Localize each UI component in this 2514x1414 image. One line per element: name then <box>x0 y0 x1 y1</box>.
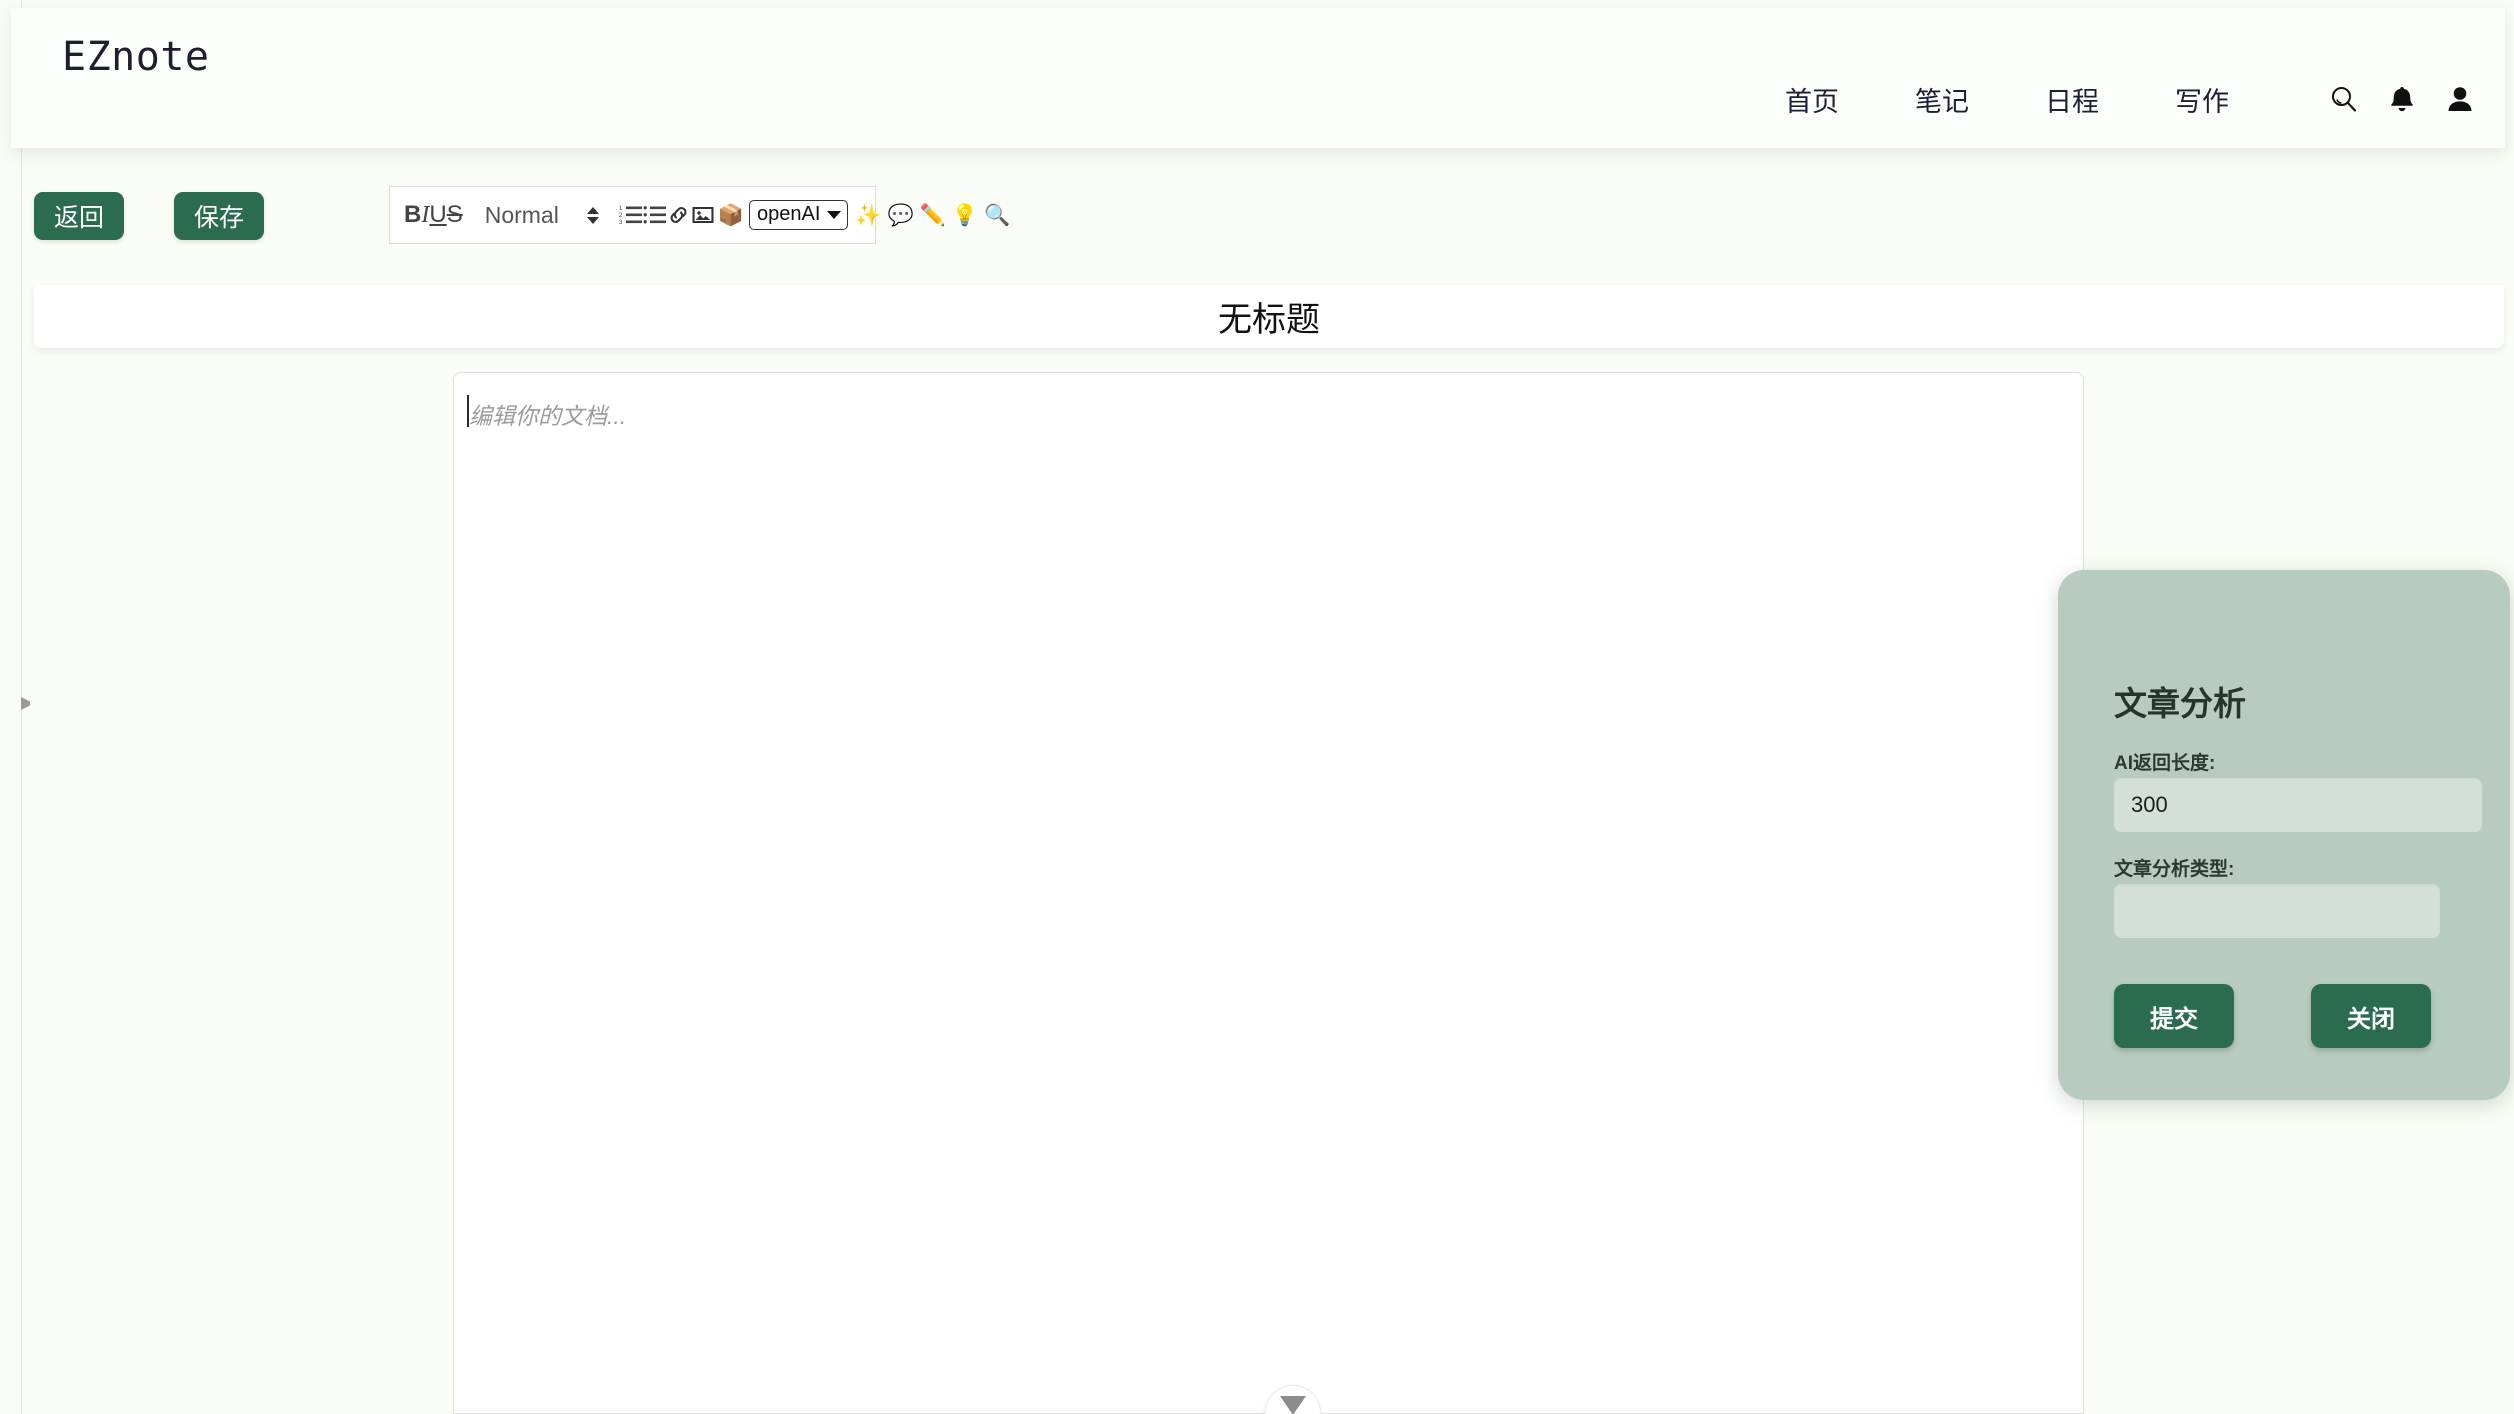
app-header: EZnote 首页 笔记 日程 写作 <box>11 8 2505 148</box>
submit-button[interactable]: 提交 <box>2114 984 2234 1048</box>
magnifier-analysis-icon[interactable]: 🔍 <box>981 205 1013 226</box>
modal-title: 文章分析 <box>2114 685 2246 722</box>
nav-item-schedule[interactable]: 日程 <box>2007 80 2137 119</box>
editor-placeholder: 编辑你的文档... <box>469 403 627 429</box>
article-analysis-modal: 文章分析 AI返回长度: 文章分析类型: 提交 关闭 <box>2058 570 2510 1100</box>
nav-item-notes[interactable]: 笔记 <box>1877 80 2007 119</box>
svg-text:3: 3 <box>619 220 623 226</box>
editor-toolbar: B I U S Normal 1 2 3 📦 openAI ✨ 💬 ✏️ 💡 🔍 <box>389 186 1010 244</box>
analysis-type-label: 文章分析类型: <box>2114 859 2235 880</box>
page-title[interactable]: 无标题 <box>1218 292 1320 341</box>
back-button[interactable]: 返回 <box>34 192 124 240</box>
ai-model-select[interactable]: openAI <box>748 200 849 230</box>
lightbulb-icon[interactable]: 💡 <box>949 205 981 226</box>
app-logo[interactable]: EZnote <box>62 34 210 80</box>
chevron-down-icon <box>827 210 842 219</box>
ordered-list-icon[interactable]: 1 2 3 <box>619 204 643 226</box>
sparkles-icon[interactable]: ✨ <box>852 205 884 226</box>
close-button[interactable]: 关闭 <box>2311 984 2431 1048</box>
link-icon[interactable] <box>667 204 691 226</box>
nav-item-home[interactable]: 首页 <box>1747 80 1877 119</box>
block-format-select[interactable]: Normal <box>485 202 599 229</box>
comment-icon[interactable]: 💬 <box>885 205 917 226</box>
ai-model-value: openAI <box>756 203 821 225</box>
nav-item-write[interactable]: 写作 <box>2137 80 2267 119</box>
bold-button[interactable]: B <box>404 195 421 235</box>
save-button[interactable]: 保存 <box>174 192 264 240</box>
svg-text:2: 2 <box>619 213 623 219</box>
document-editor[interactable]: 编辑你的文档... <box>453 372 2084 1414</box>
pencil-icon[interactable]: ✏️ <box>917 205 949 226</box>
italic-button[interactable]: I <box>421 195 429 235</box>
rail-handle-icon[interactable] <box>21 697 30 710</box>
block-format-value: Normal <box>484 201 559 228</box>
user-icon[interactable] <box>2445 84 2475 119</box>
updown-arrows-icon <box>586 206 599 224</box>
search-icon[interactable] <box>2329 84 2359 119</box>
strikethrough-button[interactable]: S <box>447 195 463 235</box>
page-left-rail <box>21 0 30 1414</box>
package-icon[interactable]: 📦 <box>715 205 747 226</box>
header-icon-group <box>2329 84 2475 119</box>
svg-text:1: 1 <box>619 206 623 212</box>
underline-button[interactable]: U <box>429 195 446 235</box>
analysis-type-input[interactable] <box>2114 884 2440 938</box>
bullet-list-icon[interactable] <box>643 204 667 226</box>
chevron-down-icon <box>1280 1396 1306 1414</box>
main-navigation: 首页 笔记 日程 写作 <box>1747 80 2267 119</box>
ai-length-label: AI返回长度: <box>2114 753 2216 774</box>
ai-length-input[interactable] <box>2114 778 2482 832</box>
bell-icon[interactable] <box>2387 84 2417 119</box>
document-title-bar: 无标题 <box>34 285 2504 348</box>
image-icon[interactable] <box>691 204 715 226</box>
